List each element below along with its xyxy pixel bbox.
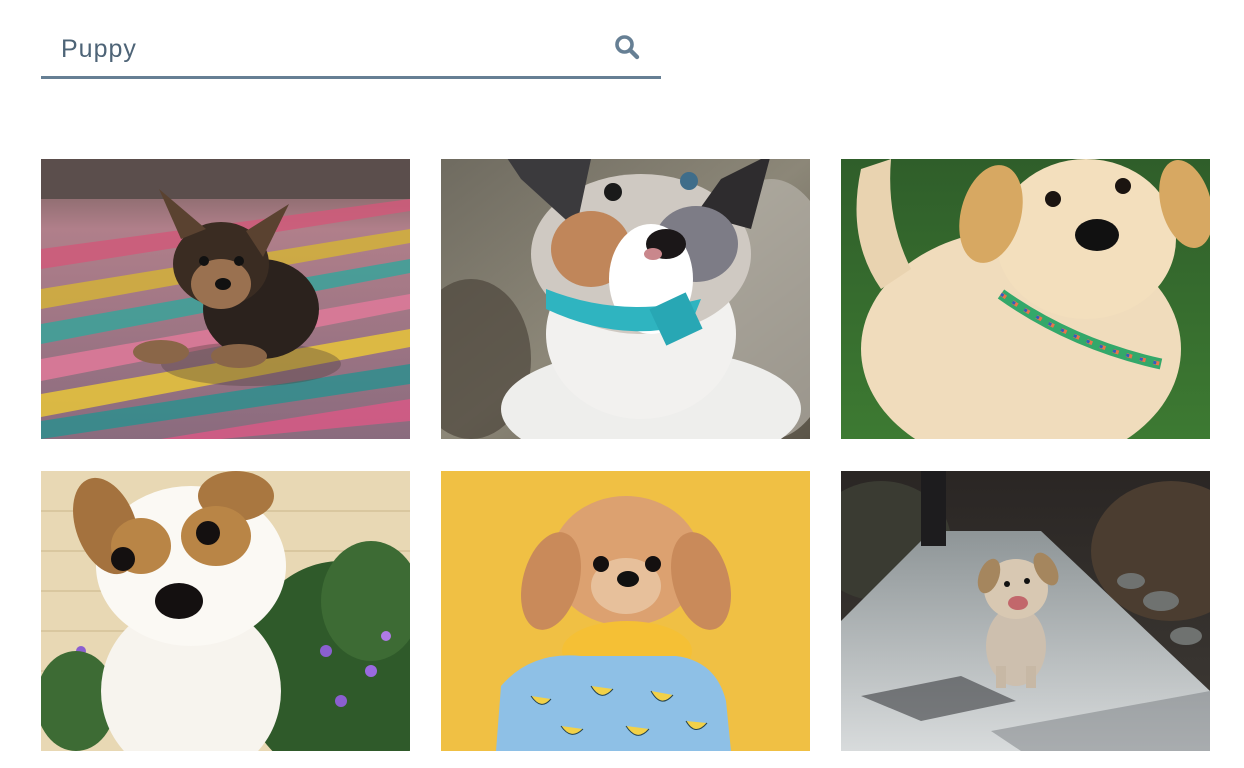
search-button[interactable] — [607, 30, 647, 66]
search-input[interactable] — [41, 22, 601, 76]
result-image-6[interactable] — [841, 471, 1210, 751]
puppy-jack-russell-photo — [41, 471, 410, 751]
puppy-yorkie-photo — [41, 159, 410, 439]
puppy-running-path-photo — [841, 471, 1210, 751]
search-icon — [614, 34, 640, 63]
puppy-shihtzu-yellow-photo — [441, 471, 810, 751]
image-results-grid — [41, 159, 1211, 751]
puppy-aussie-photo — [441, 159, 810, 439]
puppy-golden-grass-photo — [841, 159, 1210, 439]
result-image-1[interactable] — [41, 159, 410, 439]
result-image-3[interactable] — [841, 159, 1210, 439]
result-image-4[interactable] — [41, 471, 410, 751]
search-bar — [41, 22, 661, 79]
result-image-2[interactable] — [441, 159, 810, 439]
result-image-5[interactable] — [441, 471, 810, 751]
